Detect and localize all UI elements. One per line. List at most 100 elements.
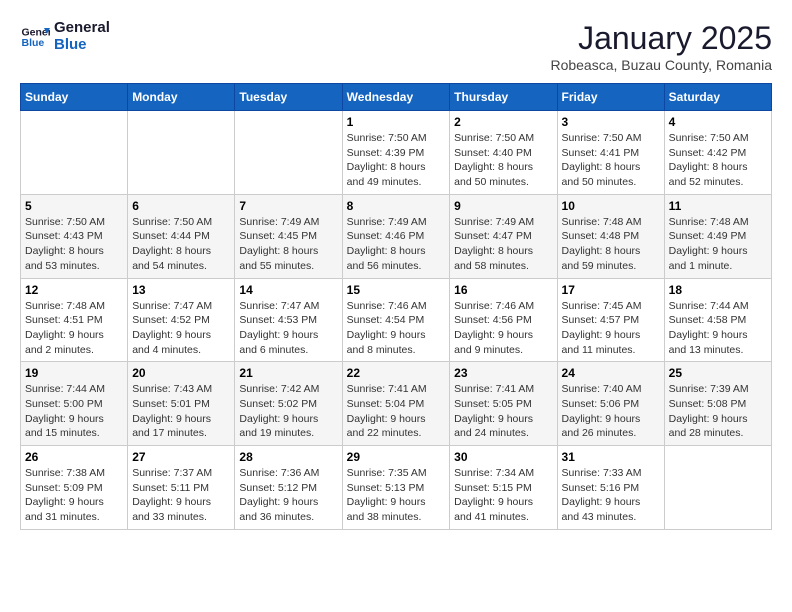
day-number: 11 [669,199,767,213]
day-number: 16 [454,283,552,297]
day-info: Sunrise: 7:38 AMSunset: 5:09 PMDaylight:… [25,466,123,525]
weekday-header-row: SundayMondayTuesdayWednesdayThursdayFrid… [21,84,772,111]
day-number: 12 [25,283,123,297]
day-number: 19 [25,366,123,380]
title-block: January 2025 Robeasca, Buzau County, Rom… [550,20,772,73]
day-number: 5 [25,199,123,213]
calendar-cell: 24 Sunrise: 7:40 AMSunset: 5:06 PMDayligh… [557,362,664,446]
day-info: Sunrise: 7:45 AMSunset: 4:57 PMDaylight:… [562,299,660,358]
day-info: Sunrise: 7:49 AMSunset: 4:46 PMDaylight:… [347,215,446,274]
calendar-cell: 9 Sunrise: 7:49 AMSunset: 4:47 PMDaylight… [450,194,557,278]
calendar-cell: 21 Sunrise: 7:42 AMSunset: 5:02 PMDayligh… [235,362,342,446]
day-number: 6 [132,199,230,213]
day-info: Sunrise: 7:44 AMSunset: 4:58 PMDaylight:… [669,299,767,358]
day-number: 15 [347,283,446,297]
day-info: Sunrise: 7:49 AMSunset: 4:47 PMDaylight:… [454,215,552,274]
calendar-table: SundayMondayTuesdayWednesdayThursdayFrid… [20,83,772,530]
calendar-cell: 23 Sunrise: 7:41 AMSunset: 5:05 PMDayligh… [450,362,557,446]
calendar-week-row: 12 Sunrise: 7:48 AMSunset: 4:51 PMDayligh… [21,278,772,362]
day-number: 8 [347,199,446,213]
calendar-cell: 30Sunrise: 7:34 AMSunset: 5:15 PMDayligh… [450,446,557,530]
day-info: Sunrise: 7:46 AMSunset: 4:54 PMDaylight:… [347,299,446,358]
calendar-cell: 3 Sunrise: 7:50 AMSunset: 4:41 PMDaylight… [557,111,664,195]
calendar-cell: 8 Sunrise: 7:49 AMSunset: 4:46 PMDaylight… [342,194,450,278]
day-number: 26 [25,450,123,464]
calendar-cell: 27 Sunrise: 7:37 AMSunset: 5:11 PMDayligh… [128,446,235,530]
day-number: 14 [239,283,337,297]
logo-line1: General [54,20,110,37]
day-info: Sunrise: 7:49 AMSunset: 4:45 PMDaylight:… [239,215,337,274]
calendar-cell: 7 Sunrise: 7:49 AMSunset: 4:45 PMDaylight… [235,194,342,278]
day-number: 10 [562,199,660,213]
calendar-cell: 26 Sunrise: 7:38 AMSunset: 5:09 PMDayligh… [21,446,128,530]
location-subtitle: Robeasca, Buzau County, Romania [550,57,772,73]
day-info: Sunrise: 7:33 AMSunset: 5:16 PMDaylight:… [562,466,660,525]
day-info: Sunrise: 7:48 AMSunset: 4:49 PMDaylight:… [669,215,767,274]
calendar-week-row: 26 Sunrise: 7:38 AMSunset: 5:09 PMDayligh… [21,446,772,530]
calendar-cell: 14Sunrise: 7:47 AMSunset: 4:53 PMDayligh… [235,278,342,362]
day-info: Sunrise: 7:50 AMSunset: 4:41 PMDaylight:… [562,131,660,190]
day-number: 28 [239,450,337,464]
day-number: 9 [454,199,552,213]
svg-text:Blue: Blue [22,37,45,49]
calendar-cell: 11 Sunrise: 7:48 AMSunset: 4:49 PMDayligh… [664,194,771,278]
calendar-cell [128,111,235,195]
day-info: Sunrise: 7:44 AMSunset: 5:00 PMDaylight:… [25,382,123,441]
logo: General Blue General Blue [20,20,110,53]
day-info: Sunrise: 7:36 AMSunset: 5:12 PMDaylight:… [239,466,337,525]
day-number: 23 [454,366,552,380]
weekday-header: Wednesday [342,84,450,111]
calendar-cell [235,111,342,195]
calendar-cell: 28 Sunrise: 7:36 AMSunset: 5:12 PMDayligh… [235,446,342,530]
calendar-cell: 15 Sunrise: 7:46 AMSunset: 4:54 PMDayligh… [342,278,450,362]
day-info: Sunrise: 7:50 AMSunset: 4:39 PMDaylight:… [347,131,446,190]
calendar-cell: 18 Sunrise: 7:44 AMSunset: 4:58 PMDayligh… [664,278,771,362]
day-info: Sunrise: 7:50 AMSunset: 4:40 PMDaylight:… [454,131,552,190]
calendar-cell: 16Sunrise: 7:46 AMSunset: 4:56 PMDayligh… [450,278,557,362]
day-number: 18 [669,283,767,297]
calendar-cell: 13Sunrise: 7:47 AMSunset: 4:52 PMDayligh… [128,278,235,362]
day-number: 21 [239,366,337,380]
month-title: January 2025 [550,20,772,57]
day-info: Sunrise: 7:42 AMSunset: 5:02 PMDaylight:… [239,382,337,441]
day-info: Sunrise: 7:50 AMSunset: 4:44 PMDaylight:… [132,215,230,274]
calendar-cell [664,446,771,530]
weekday-header: Tuesday [235,84,342,111]
day-info: Sunrise: 7:50 AMSunset: 4:42 PMDaylight:… [669,131,767,190]
day-info: Sunrise: 7:35 AMSunset: 5:13 PMDaylight:… [347,466,446,525]
day-info: Sunrise: 7:40 AMSunset: 5:06 PMDaylight:… [562,382,660,441]
day-info: Sunrise: 7:41 AMSunset: 5:05 PMDaylight:… [454,382,552,441]
calendar-cell: 17 Sunrise: 7:45 AMSunset: 4:57 PMDayligh… [557,278,664,362]
day-number: 24 [562,366,660,380]
day-number: 29 [347,450,446,464]
logo-line2: Blue [54,37,110,54]
day-info: Sunrise: 7:37 AMSunset: 5:11 PMDaylight:… [132,466,230,525]
logo-icon: General Blue [20,22,50,52]
day-number: 4 [669,115,767,129]
calendar-week-row: 19 Sunrise: 7:44 AMSunset: 5:00 PMDayligh… [21,362,772,446]
calendar-cell [21,111,128,195]
day-number: 20 [132,366,230,380]
day-number: 31 [562,450,660,464]
weekday-header: Friday [557,84,664,111]
day-number: 27 [132,450,230,464]
calendar-cell: 25Sunrise: 7:39 AMSunset: 5:08 PMDayligh… [664,362,771,446]
weekday-header: Saturday [664,84,771,111]
calendar-cell: 22Sunrise: 7:41 AMSunset: 5:04 PMDayligh… [342,362,450,446]
day-number: 2 [454,115,552,129]
day-number: 7 [239,199,337,213]
calendar-cell: 10Sunrise: 7:48 AMSunset: 4:48 PMDayligh… [557,194,664,278]
day-number: 3 [562,115,660,129]
day-info: Sunrise: 7:47 AMSunset: 4:52 PMDaylight:… [132,299,230,358]
day-number: 25 [669,366,767,380]
day-number: 30 [454,450,552,464]
calendar-week-row: 5Sunrise: 7:50 AMSunset: 4:43 PMDaylight… [21,194,772,278]
day-number: 17 [562,283,660,297]
calendar-cell: 1 Sunrise: 7:50 AMSunset: 4:39 PMDaylight… [342,111,450,195]
calendar-cell: 20 Sunrise: 7:43 AMSunset: 5:01 PMDayligh… [128,362,235,446]
day-info: Sunrise: 7:48 AMSunset: 4:51 PMDaylight:… [25,299,123,358]
day-number: 1 [347,115,446,129]
weekday-header: Monday [128,84,235,111]
calendar-cell: 5Sunrise: 7:50 AMSunset: 4:43 PMDaylight… [21,194,128,278]
day-info: Sunrise: 7:43 AMSunset: 5:01 PMDaylight:… [132,382,230,441]
